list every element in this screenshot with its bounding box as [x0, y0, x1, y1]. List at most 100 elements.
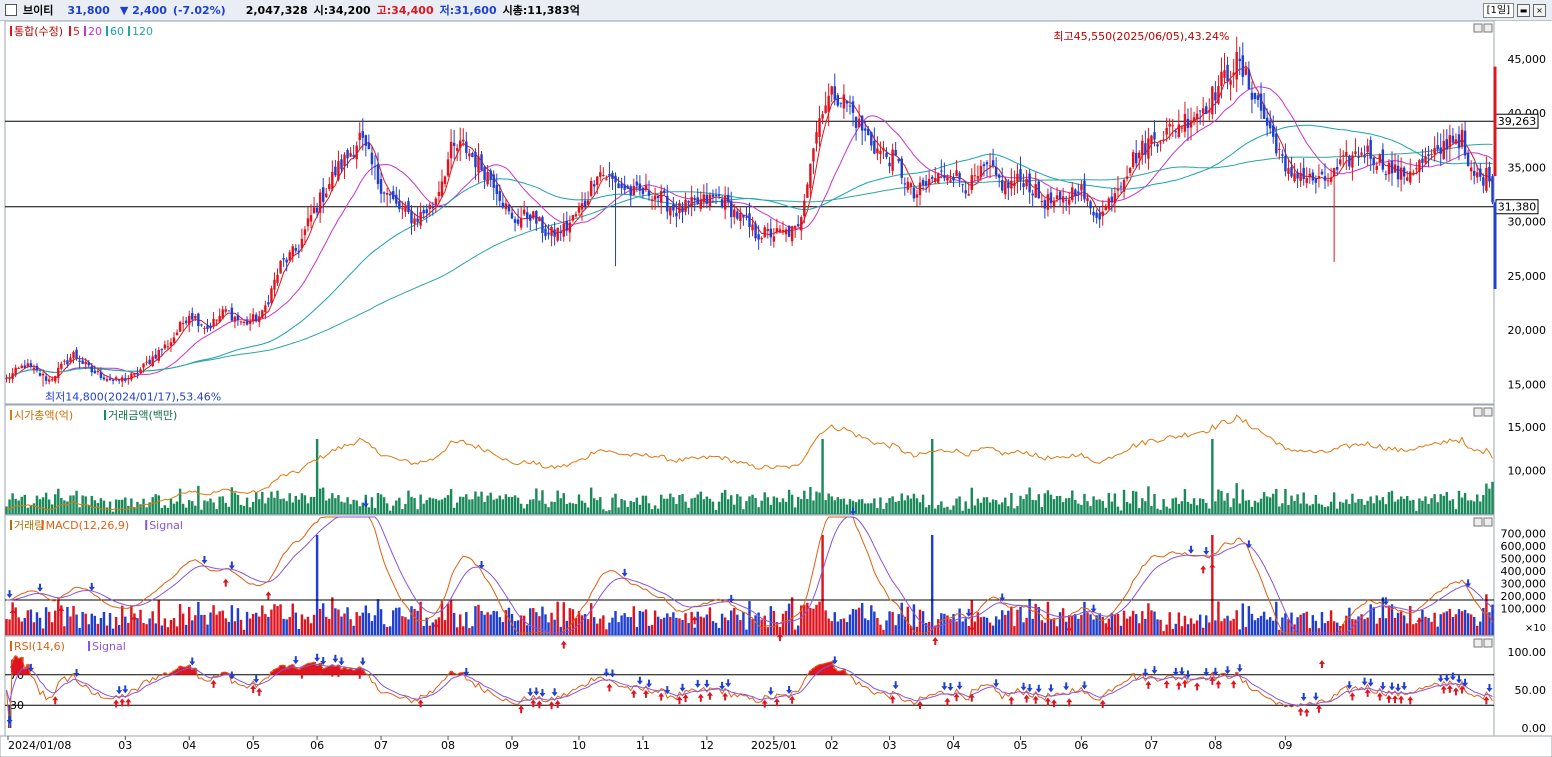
volume-bar — [498, 617, 502, 635]
candle-body — [1083, 180, 1086, 200]
volume-bar — [605, 629, 608, 635]
candle-body — [614, 175, 617, 183]
close-icon[interactable]: × — [1533, 4, 1546, 17]
candle-body — [373, 166, 377, 168]
candle-body — [1165, 127, 1168, 135]
legend-swatch — [128, 26, 130, 36]
trade-value-bar — [1476, 494, 1479, 514]
trade-value-bar — [47, 499, 51, 514]
trade-value-bar — [766, 497, 769, 514]
trade-value-bar — [687, 507, 690, 514]
candle-body — [930, 176, 934, 179]
trade-value-bar — [726, 499, 730, 514]
candle-body — [839, 102, 843, 104]
trade-value-bar — [754, 497, 757, 514]
candle-body — [111, 379, 115, 381]
candle-body — [1485, 167, 1488, 191]
macd-y-tick: 700,000 — [1501, 528, 1547, 541]
stock-chart[interactable]: 45,00040,00035,00030,00025,00020,00015,0… — [0, 21, 1552, 757]
candle-body — [270, 288, 273, 303]
candle-body — [556, 227, 559, 241]
volume-bar — [544, 614, 547, 635]
trade-value-bar — [23, 494, 27, 514]
rsi-overbought-fill — [836, 671, 840, 675]
candle-body — [1238, 58, 1241, 62]
trade-value-bar — [504, 494, 508, 514]
trade-value-bar — [1262, 492, 1266, 514]
candle-body — [1369, 140, 1372, 159]
candle-body — [282, 258, 285, 260]
candle-body — [1131, 152, 1135, 168]
x-tick-label: 03 — [883, 739, 897, 752]
volume-bar — [206, 624, 209, 635]
candle-body — [154, 354, 157, 359]
volume-bar — [1479, 621, 1482, 635]
candle-body — [982, 164, 986, 167]
candle-body — [1381, 149, 1385, 170]
candle-body — [1268, 120, 1272, 129]
volume-bar — [355, 612, 358, 635]
rsi-overbought-fill — [324, 667, 329, 675]
volume-bar — [1165, 624, 1168, 635]
volume-bar — [166, 627, 170, 635]
volume-bar — [340, 616, 343, 635]
trade-value-bar — [32, 503, 36, 514]
candle-body — [1241, 55, 1245, 77]
volume-bar — [608, 622, 611, 635]
x-tick-label: 06 — [310, 739, 324, 752]
candle-body — [1342, 155, 1345, 157]
candle-body — [495, 185, 498, 195]
candle-body — [443, 176, 447, 184]
candle-body — [1214, 92, 1217, 101]
trade-value-bar — [906, 495, 910, 514]
candle-body — [754, 223, 757, 239]
volume-bar — [385, 626, 389, 635]
candle-body — [809, 163, 812, 188]
trade-value-bar — [41, 497, 45, 514]
trade-value-bar — [733, 504, 736, 514]
volume-bar — [988, 622, 992, 635]
open-label: 시: — [313, 4, 329, 17]
trade-value-bar — [1004, 497, 1007, 514]
candle-body — [139, 369, 142, 373]
candle-body — [632, 185, 636, 195]
volume-bar — [404, 617, 407, 635]
volume-bar — [559, 626, 562, 635]
trade-value-bar — [133, 507, 136, 514]
candle-body — [288, 252, 291, 261]
candle-body — [1101, 211, 1104, 217]
price-y-tick: 35,000 — [1508, 161, 1547, 174]
minimize-icon[interactable]: ▬ — [1517, 4, 1530, 17]
candle-body — [1476, 172, 1479, 178]
candle-body — [221, 309, 224, 319]
stock-name[interactable]: 브이티 — [23, 2, 53, 18]
volume-bar — [1363, 619, 1366, 635]
volume-bar — [1311, 615, 1315, 635]
trade-value-bar — [455, 502, 459, 514]
trade-value-bar — [784, 501, 788, 514]
period-selector[interactable]: [1일] — [1482, 3, 1514, 18]
candle-body — [11, 373, 14, 379]
candle-body — [26, 363, 30, 367]
candle-body — [717, 195, 721, 197]
volume-bar — [321, 603, 325, 635]
trade-value-bar — [894, 501, 897, 514]
candle-body — [973, 175, 977, 177]
candle-body — [388, 193, 392, 196]
low-price: 31,600 — [454, 3, 497, 17]
volume-bar — [489, 614, 492, 635]
legend-swatch — [10, 410, 12, 420]
volume-bar — [1131, 610, 1135, 635]
volume-bar — [72, 605, 75, 635]
rsi-overbought-fill — [288, 665, 292, 675]
price-y-tick: 20,000 — [1508, 324, 1547, 337]
volume-bar — [614, 611, 617, 635]
volume-bar — [1119, 625, 1123, 635]
candle-body — [401, 208, 404, 210]
candle-body — [976, 176, 980, 179]
select-checkbox[interactable] — [5, 4, 17, 16]
candle-body — [69, 357, 72, 363]
volume-bar — [191, 620, 194, 635]
trade-value-bar — [1469, 500, 1473, 514]
volume-bar — [440, 600, 444, 635]
